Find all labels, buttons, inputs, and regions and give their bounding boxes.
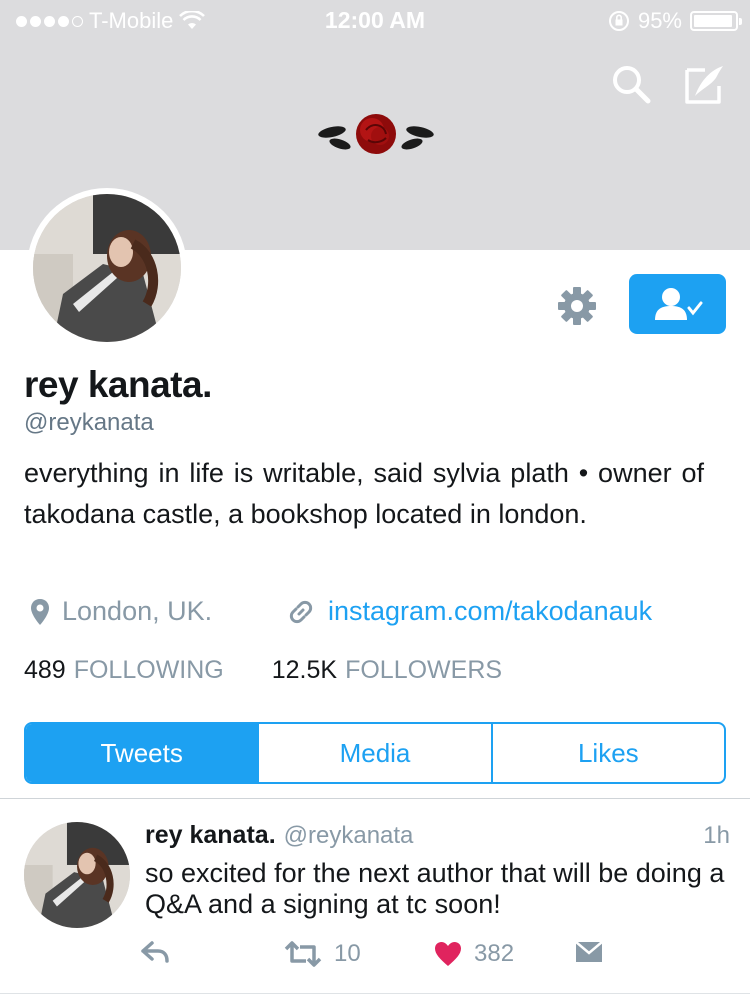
followers-count: 12.5K xyxy=(271,656,338,684)
tweet-header: rey kanata. @reykanata xyxy=(145,821,413,850)
reply-button[interactable] xyxy=(140,940,170,964)
profile-tabs: Tweets Media Likes xyxy=(24,722,726,784)
reply-icon xyxy=(141,941,169,963)
like-count: 382 xyxy=(474,940,515,967)
battery-area: 95% xyxy=(608,8,742,34)
tweet-author-handle: @reykanata xyxy=(283,822,414,849)
following-label: FOLLOWING xyxy=(73,656,224,684)
profile-location: London, UK. xyxy=(30,596,212,627)
tab-likes[interactable]: Likes xyxy=(490,724,724,782)
divider xyxy=(0,798,750,799)
like-button[interactable]: 382 xyxy=(434,940,514,968)
profile-bio: everything in life is writable, said syl… xyxy=(24,458,704,529)
envelope-icon xyxy=(575,941,603,962)
followers-label: FOLLOWERS xyxy=(345,656,503,684)
tweet-timestamp: 1h xyxy=(703,822,730,849)
link-icon xyxy=(289,600,313,623)
followers-stat[interactable]: 12.5K FOLLOWERS xyxy=(272,656,502,685)
divider xyxy=(0,993,750,994)
following-count: 489 xyxy=(24,656,66,684)
following-button[interactable] xyxy=(629,274,726,334)
profile-website[interactable]: instagram.com/takodanauk xyxy=(286,596,652,627)
avatar-photo xyxy=(33,194,181,342)
profile-handle: @reykanata xyxy=(24,409,154,436)
following-stat[interactable]: 489 FOLLOWING xyxy=(24,656,224,685)
battery-icon xyxy=(690,11,742,31)
location-pin-icon xyxy=(31,598,49,625)
tweet-author-name[interactable]: rey kanata. xyxy=(145,821,276,850)
search-icon[interactable] xyxy=(609,62,653,106)
user-check-icon xyxy=(654,288,702,320)
profile-stats: 489 FOLLOWING 12.5K FOLLOWERS xyxy=(24,656,502,685)
retweet-button[interactable]: 10 xyxy=(284,940,361,968)
status-bar: T-Mobile 12:00 AM 95% xyxy=(0,0,750,40)
retweet-icon xyxy=(284,941,322,967)
tweet-avatar[interactable] xyxy=(24,822,130,928)
location-text: London, UK. xyxy=(62,596,213,626)
tab-media[interactable]: Media xyxy=(257,724,490,782)
website-link[interactable]: instagram.com/takodanauk xyxy=(328,596,652,627)
battery-percent: 95% xyxy=(637,8,682,33)
avatar-photo xyxy=(24,822,130,928)
tweet-text: so excited for the next author that will… xyxy=(145,858,725,919)
settings-gear-icon[interactable] xyxy=(556,285,598,327)
retweet-count: 10 xyxy=(334,940,361,967)
compose-icon[interactable] xyxy=(683,62,727,106)
heart-icon xyxy=(435,942,461,966)
tab-tweets[interactable]: Tweets xyxy=(26,724,258,782)
rotation-lock-icon xyxy=(608,11,629,31)
rose-banner-graphic xyxy=(318,114,434,154)
direct-message-button[interactable] xyxy=(574,940,604,964)
profile-name: rey kanata. xyxy=(24,364,212,405)
profile-avatar[interactable] xyxy=(27,188,187,348)
